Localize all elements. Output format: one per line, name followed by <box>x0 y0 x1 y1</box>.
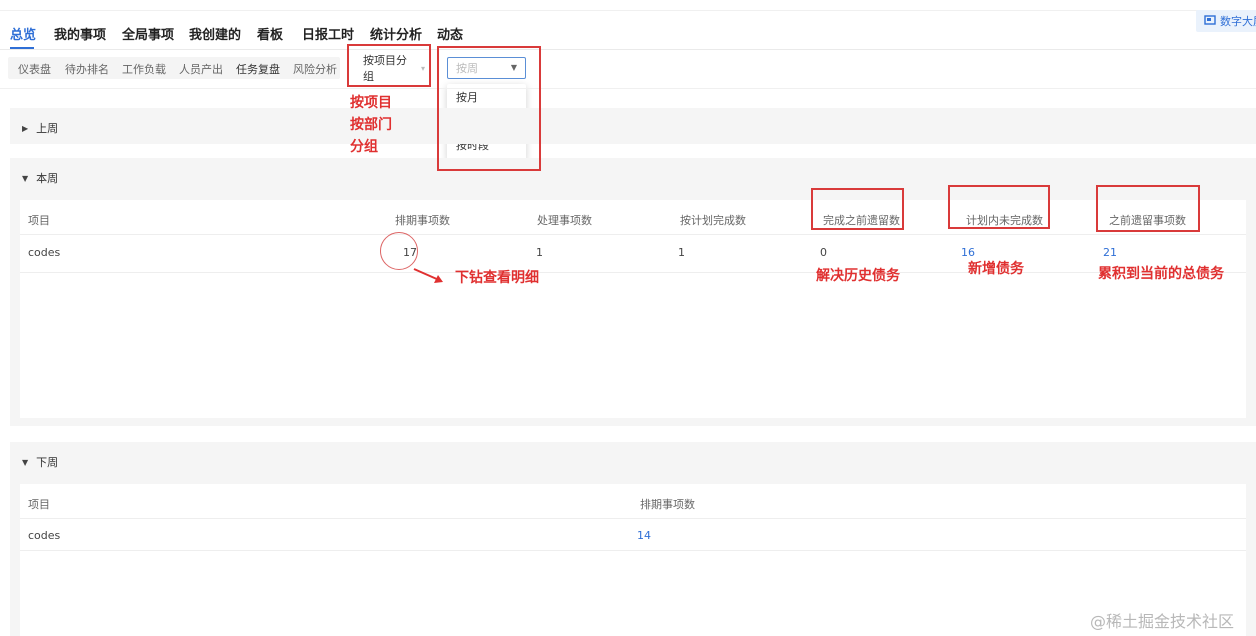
tab-daily-hours[interactable]: 日报工时 <box>302 24 354 43</box>
caret-down-icon: ▼ <box>22 457 29 467</box>
panel-last-week: ▶ 上周 <box>10 108 1256 144</box>
col-header-scheduled: 排期事项数 <box>395 214 450 227</box>
caret-right-icon: ▶ <box>22 123 29 133</box>
divider <box>0 88 1256 89</box>
row-divider <box>20 234 1246 235</box>
big-screen-button[interactable]: 数字大屏 <box>1196 10 1256 32</box>
caret-down-icon: ▼ <box>22 173 29 183</box>
annotation-box-resolve <box>811 188 904 230</box>
tab-overview[interactable]: 总览 <box>10 24 36 43</box>
row-divider <box>20 518 1246 519</box>
annotation-total-debt: 累积到当前的总债务 <box>1098 266 1224 282</box>
annotation-resolve: 解决历史债务 <box>816 268 900 284</box>
panel-next-week: ▼ 下周 项目 排期事项数 codes 14 <box>10 442 1256 636</box>
subtab-workload[interactable]: 工作负载 <box>122 61 166 77</box>
subtab-output[interactable]: 人员产出 <box>179 61 223 77</box>
next-week-table: 项目 排期事项数 codes 14 <box>20 484 1246 636</box>
panel-last-week-header[interactable]: ▶ 上周 <box>22 120 58 136</box>
cell-handled: 1 <box>536 246 543 259</box>
tab-global-items[interactable]: 全局事项 <box>122 24 174 43</box>
row-divider <box>20 272 1246 273</box>
tab-my-items[interactable]: 我的事项 <box>54 24 106 43</box>
tab-board[interactable]: 看板 <box>257 24 283 43</box>
annotation-box-period <box>437 46 541 171</box>
annotation-box-new-debt <box>948 185 1050 229</box>
subtab-dashboard[interactable]: 仪表盘 <box>18 61 51 77</box>
cell-legacy-items[interactable]: 21 <box>1103 246 1117 259</box>
panel-next-week-header[interactable]: ▼ 下周 <box>22 454 58 470</box>
col-header-completed-on-plan: 按计划完成数 <box>680 214 746 227</box>
col-header-scheduled: 排期事项数 <box>640 498 695 511</box>
annotation-drill: 下钻查看明细 <box>455 270 539 286</box>
panel-last-week-title: 上周 <box>36 122 59 135</box>
annotation-group-text: 按项目 按部门 分组 <box>350 95 392 155</box>
tab-activity[interactable]: 动态 <box>437 24 463 43</box>
arrow-icon <box>413 268 443 283</box>
subtab-todo-ranking[interactable]: 待办排名 <box>65 61 109 77</box>
sub-nav: 仪表盘 待办排名 工作负载 人员产出 任务复盘 风险分析 <box>8 57 340 79</box>
annotation-circle <box>380 232 418 270</box>
subtab-risk[interactable]: 风险分析 <box>293 61 337 77</box>
cell-completed-on-plan: 1 <box>678 246 685 259</box>
panel-this-week-title: 本周 <box>36 172 59 185</box>
panel-next-week-title: 下周 <box>36 456 59 469</box>
annotation-box-total-debt <box>1096 185 1200 232</box>
top-nav: 总览 我的事项 全局事项 我创建的 看板 日报工时 统计分析 动态 <box>0 10 1256 50</box>
panel-this-week: ▼ 本周 项目 排期事项数 处理事项数 按计划完成数 完成之前遗留数 计划内未完… <box>10 158 1256 426</box>
col-header-project: 项目 <box>28 214 50 227</box>
cell-completed-legacy: 0 <box>820 246 827 259</box>
cell-scheduled[interactable]: 14 <box>637 529 651 542</box>
this-week-table: 项目 排期事项数 处理事项数 按计划完成数 完成之前遗留数 计划内未完成数 之前… <box>20 200 1246 418</box>
subtab-task-review[interactable]: 任务复盘 <box>236 61 280 77</box>
col-header-project: 项目 <box>28 498 50 511</box>
big-screen-label: 数字大屏 <box>1220 15 1256 28</box>
annotation-box-group <box>347 44 431 87</box>
cell-project: codes <box>28 529 61 542</box>
active-tab-underline <box>10 47 34 49</box>
screen-icon <box>1204 15 1216 25</box>
tab-statistics[interactable]: 统计分析 <box>370 24 422 43</box>
row-divider <box>20 550 1246 551</box>
panel-this-week-header[interactable]: ▼ 本周 <box>22 170 58 186</box>
tab-created-by-me[interactable]: 我创建的 <box>189 24 241 43</box>
col-header-handled: 处理事项数 <box>537 214 592 227</box>
watermark: @稀土掘金技术社区 <box>1090 612 1235 631</box>
cell-project: codes <box>28 246 61 259</box>
annotation-new-debt: 新增债务 <box>968 261 1024 277</box>
